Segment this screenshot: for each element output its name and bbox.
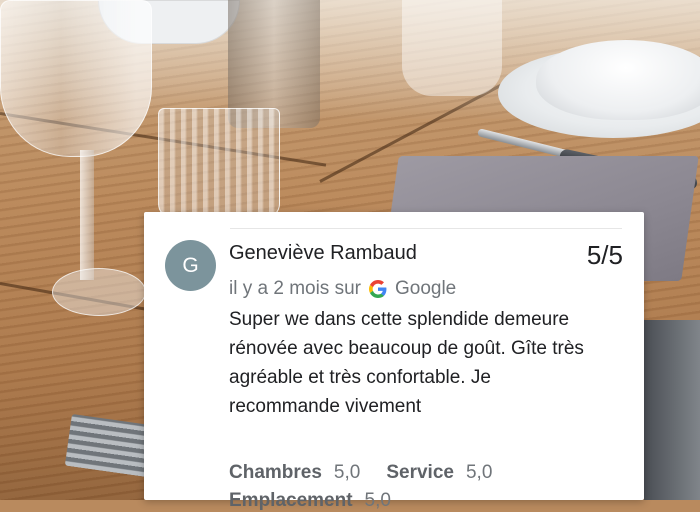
subrating: Chambres 5,0: [229, 462, 360, 484]
wine-glass-foot: [52, 268, 146, 316]
bowl: [536, 40, 700, 120]
subratings-row: Chambres 5,0 Service 5,0: [229, 462, 518, 484]
avatar: G: [165, 240, 216, 291]
subrating: Service 5,0: [386, 462, 492, 484]
subrating-label: Chambres: [229, 462, 322, 483]
water-glass: [158, 108, 280, 218]
chair: [644, 320, 700, 500]
subrating: Emplacement 5,0: [229, 490, 391, 512]
divider: [230, 228, 622, 229]
subrating-value: 5,0: [333, 462, 361, 483]
subrating-value: 5,0: [465, 462, 493, 483]
subratings-row: Emplacement 5,0: [229, 490, 417, 512]
reviewer-name: Geneviève Rambaud: [229, 242, 417, 264]
subrating-label: Emplacement: [229, 490, 353, 511]
review-text: Super we dans cette splendide demeure ré…: [229, 309, 584, 417]
avatar-initial: G: [182, 253, 199, 277]
wine-glass: [0, 0, 152, 157]
rating-score: 5/5: [586, 240, 623, 270]
review-meta: il y a 2 mois sur Google: [229, 278, 456, 300]
review-source: Google: [394, 278, 457, 299]
review-card: G Geneviève Rambaud 5/5 il y a 2 mois su…: [144, 212, 644, 511]
subrating-label: Service: [386, 462, 454, 483]
wine-glass-stem: [80, 150, 94, 280]
review-time: il y a 2 mois sur: [229, 278, 361, 299]
google-icon: [368, 280, 387, 298]
subrating-value: 5,0: [364, 490, 391, 511]
glass: [402, 0, 502, 96]
